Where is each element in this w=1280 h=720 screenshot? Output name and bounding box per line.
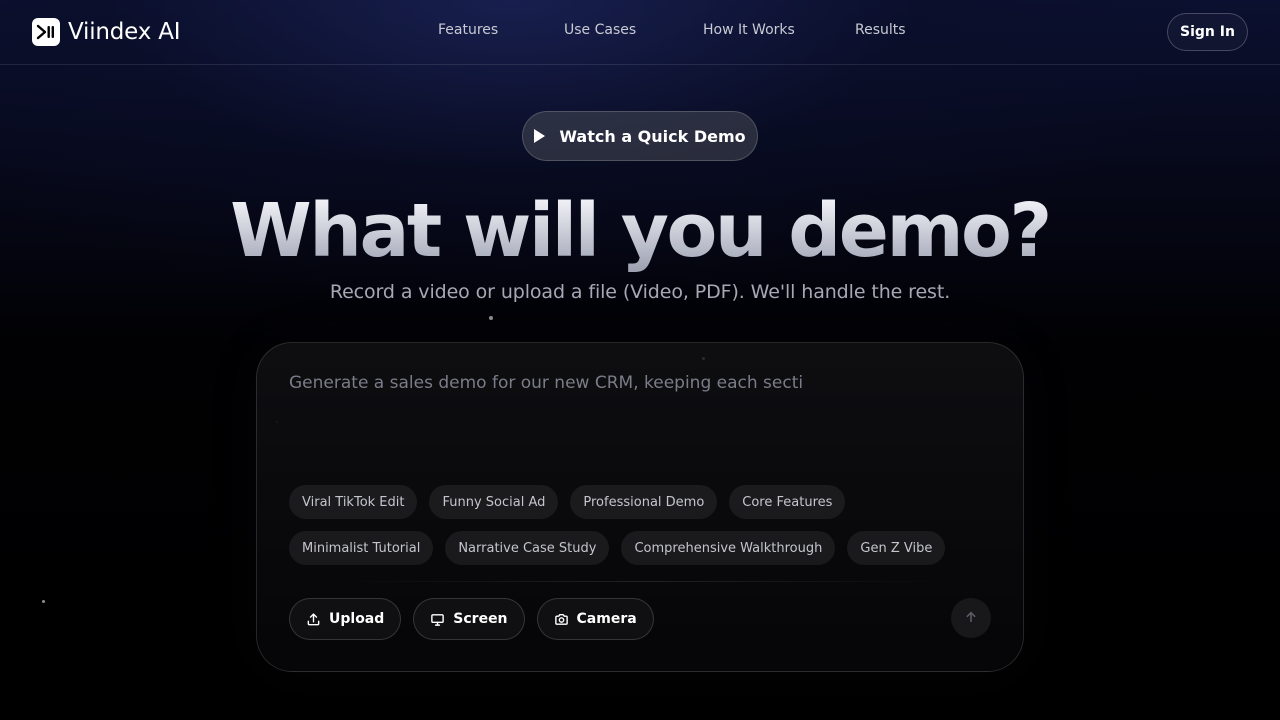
style-chip-gen-z-vibe[interactable]: Gen Z Vibe (847, 531, 946, 565)
style-chip-narrative-case-study[interactable]: Narrative Case Study (445, 531, 610, 565)
star-particle (42, 600, 45, 603)
site-header: Viindex AI Features Use Cases How It Wor… (0, 0, 1280, 65)
camera-icon (554, 612, 569, 627)
play-icon (534, 129, 546, 143)
style-chip-row: Minimalist Tutorial Narrative Case Study… (289, 531, 946, 565)
prompt-input[interactable] (289, 373, 979, 453)
style-chip-minimalist-tutorial[interactable]: Minimalist Tutorial (289, 531, 434, 565)
upload-button[interactable]: Upload (289, 598, 402, 640)
composer-divider (337, 581, 947, 582)
nav-link-results[interactable]: Results (855, 22, 906, 38)
style-chip-funny-social-ad[interactable]: Funny Social Ad (429, 485, 559, 519)
sign-in-button[interactable]: Sign In (1167, 13, 1248, 51)
watch-demo-button[interactable]: Watch a Quick Demo (522, 111, 758, 161)
arrow-up-icon (964, 609, 978, 628)
style-chip-professional-demo[interactable]: Professional Demo (570, 485, 718, 519)
main-nav: Features Use Cases How It Works Results (0, 22, 1280, 42)
camera-label: Camera (576, 611, 637, 627)
hero-subtitle: Record a video or upload a file (Video, … (329, 281, 951, 303)
nav-link-how-it-works[interactable]: How It Works (703, 22, 795, 38)
watch-demo-label: Watch a Quick Demo (559, 126, 746, 146)
upload-label: Upload (329, 611, 385, 627)
style-chip-row: Viral TikTok Edit Funny Social Ad Profes… (289, 485, 846, 519)
style-chip-comprehensive-walkthrough[interactable]: Comprehensive Walkthrough (621, 531, 836, 565)
style-chip-viral-tiktok-edit[interactable]: Viral TikTok Edit (289, 485, 418, 519)
hero-title: What will you demo? (0, 188, 1280, 274)
send-button[interactable] (951, 598, 991, 638)
composer-actions: Upload Screen Camera (289, 598, 654, 640)
prompt-composer: Viral TikTok Edit Funny Social Ad Profes… (256, 342, 1024, 672)
star-particle (489, 316, 493, 320)
screen-record-button[interactable]: Screen (413, 598, 525, 640)
style-chip-core-features[interactable]: Core Features (729, 485, 846, 519)
nav-link-features[interactable]: Features (438, 22, 498, 38)
camera-record-button[interactable]: Camera (536, 598, 654, 640)
upload-icon (306, 612, 321, 627)
screen-label: Screen (453, 611, 508, 627)
nav-link-use-cases[interactable]: Use Cases (564, 22, 636, 38)
monitor-icon (430, 612, 445, 627)
